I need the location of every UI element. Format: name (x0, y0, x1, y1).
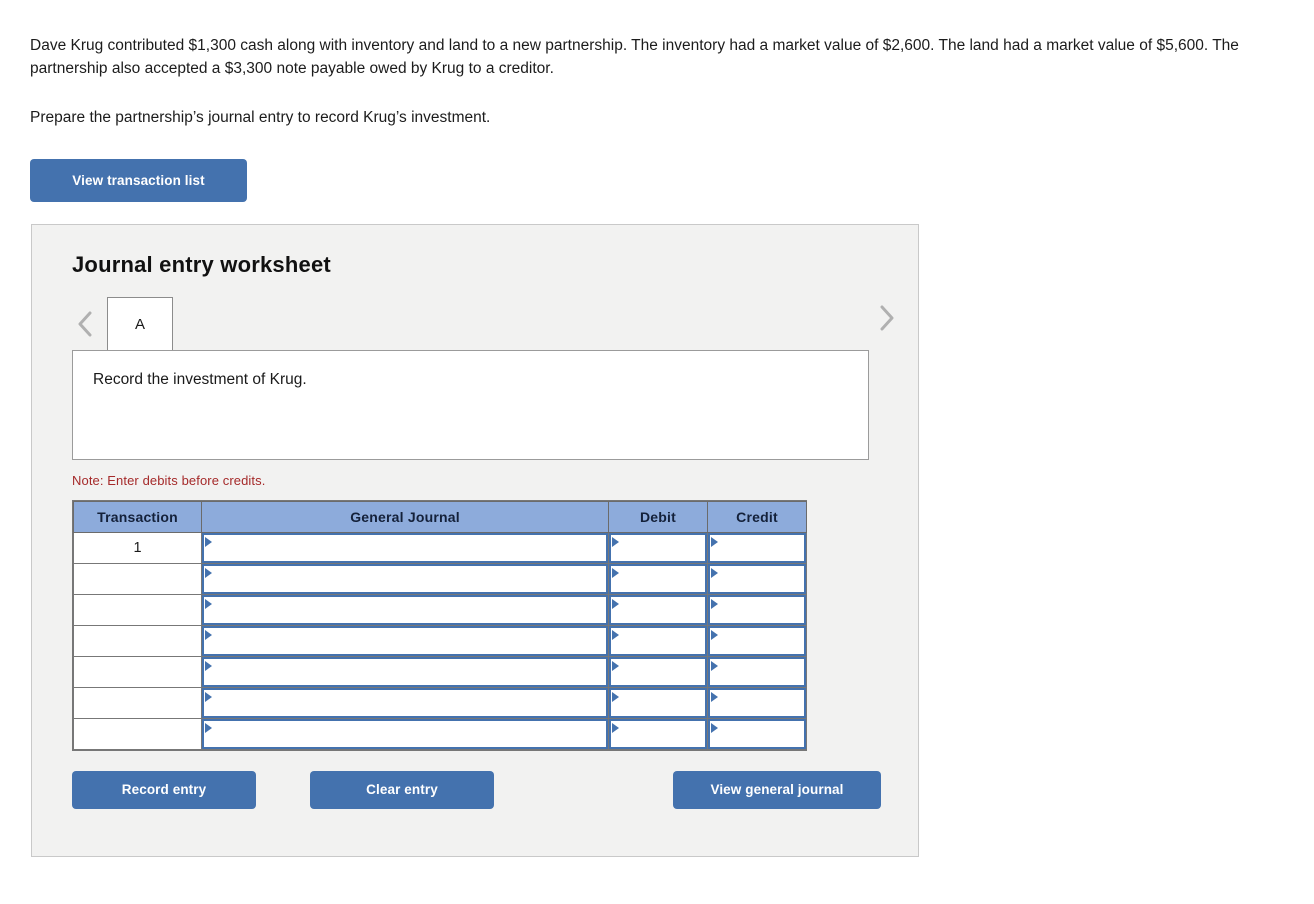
transaction-description: Record the investment of Krug. (72, 350, 869, 460)
clear-entry-button[interactable]: Clear entry (310, 771, 494, 809)
dropdown-triangle-icon (612, 568, 619, 578)
table-row (73, 625, 807, 657)
dropdown-triangle-icon (711, 537, 718, 547)
credit-input-2[interactable] (707, 594, 807, 626)
general-journal-input-0[interactable] (201, 532, 609, 564)
worksheet-tab-a[interactable]: A (107, 297, 173, 350)
transaction-number-cell (73, 625, 202, 657)
general-journal-input-6[interactable] (201, 718, 609, 750)
transaction-number-cell (73, 594, 202, 626)
dropdown-triangle-icon (205, 723, 212, 733)
debits-before-credits-note: Note: Enter debits before credits. (72, 473, 266, 488)
transaction-number-cell (73, 656, 202, 688)
debit-input-3[interactable] (608, 625, 708, 657)
journal-table-wrapper: Transaction General Journal Debit Credit… (72, 500, 807, 751)
debit-input-4[interactable] (608, 656, 708, 688)
credit-input-1[interactable] (707, 563, 807, 595)
table-row (73, 563, 807, 595)
debit-input-5[interactable] (608, 687, 708, 719)
transaction-number-cell (73, 687, 202, 719)
worksheet-footer-buttons: Record entry Clear entry View general jo… (72, 771, 882, 811)
table-row (73, 594, 807, 626)
dropdown-triangle-icon (205, 692, 212, 702)
dropdown-triangle-icon (205, 568, 212, 578)
dropdown-triangle-icon (612, 630, 619, 640)
table-row (73, 718, 807, 750)
journal-table: Transaction General Journal Debit Credit… (73, 501, 807, 750)
table-row (73, 687, 807, 719)
credit-input-4[interactable] (707, 656, 807, 688)
debit-input-6[interactable] (608, 718, 708, 750)
problem-paragraph-1: Dave Krug contributed $1,300 cash along … (30, 37, 1239, 77)
chevron-right-icon[interactable] (874, 298, 900, 338)
table-row: 1 (73, 532, 807, 564)
journal-table-body: 1 (73, 532, 807, 750)
view-general-journal-button[interactable]: View general journal (673, 771, 881, 809)
dropdown-triangle-icon (205, 661, 212, 671)
dropdown-triangle-icon (612, 599, 619, 609)
table-row (73, 656, 807, 688)
dropdown-triangle-icon (711, 692, 718, 702)
worksheet-tabstrip: A (32, 297, 918, 350)
debit-input-2[interactable] (608, 594, 708, 626)
general-journal-input-3[interactable] (201, 625, 609, 657)
dropdown-triangle-icon (612, 723, 619, 733)
column-header-debit: Debit (608, 501, 708, 533)
problem-paragraph-2: Prepare the partnership’s journal entry … (30, 109, 491, 126)
general-journal-input-1[interactable] (201, 563, 609, 595)
journal-entry-worksheet-panel: Journal entry worksheet A Record the inv… (31, 224, 919, 857)
credit-input-5[interactable] (707, 687, 807, 719)
dropdown-triangle-icon (711, 661, 718, 671)
general-journal-input-4[interactable] (201, 656, 609, 688)
worksheet-title: Journal entry worksheet (72, 252, 331, 277)
chevron-left-icon[interactable] (72, 304, 98, 344)
column-header-credit: Credit (707, 501, 807, 533)
transaction-number-cell (73, 563, 202, 595)
dropdown-triangle-icon (205, 599, 212, 609)
problem-statement: Dave Krug contributed $1,300 cash along … (0, 0, 1314, 129)
credit-input-0[interactable] (707, 532, 807, 564)
dropdown-triangle-icon (205, 630, 212, 640)
general-journal-input-5[interactable] (201, 687, 609, 719)
dropdown-triangle-icon (612, 692, 619, 702)
table-header-row: Transaction General Journal Debit Credit (73, 501, 807, 533)
column-header-general-journal: General Journal (201, 501, 609, 533)
transaction-number-cell: 1 (73, 532, 202, 564)
top-toolbar: View transaction list (0, 129, 1314, 202)
dropdown-triangle-icon (711, 630, 718, 640)
record-entry-button[interactable]: Record entry (72, 771, 256, 809)
dropdown-triangle-icon (612, 537, 619, 547)
column-header-transaction: Transaction (73, 501, 202, 533)
debit-input-1[interactable] (608, 563, 708, 595)
transaction-number-cell (73, 718, 202, 750)
credit-input-6[interactable] (707, 718, 807, 750)
credit-input-3[interactable] (707, 625, 807, 657)
dropdown-triangle-icon (711, 599, 718, 609)
dropdown-triangle-icon (711, 568, 718, 578)
dropdown-triangle-icon (205, 537, 212, 547)
general-journal-input-2[interactable] (201, 594, 609, 626)
dropdown-triangle-icon (711, 723, 718, 733)
view-transaction-list-button[interactable]: View transaction list (30, 159, 247, 202)
dropdown-triangle-icon (612, 661, 619, 671)
debit-input-0[interactable] (608, 532, 708, 564)
